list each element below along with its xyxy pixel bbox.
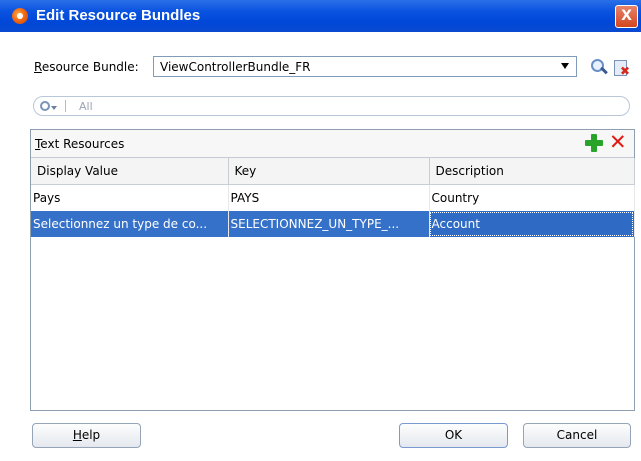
search-options-icon[interactable] — [39, 98, 59, 114]
close-button[interactable]: X — [615, 5, 638, 28]
cell-key[interactable]: SELECTIONNEZ_UN_TYPE_... — [228, 211, 430, 237]
ok-button[interactable]: OK — [399, 423, 508, 448]
resource-bundle-label: Resource Bundle: — [34, 60, 139, 74]
cell-display-value[interactable]: Selectionnez un type de co... — [31, 211, 229, 237]
table-row[interactable]: Pays PAYS Country — [31, 184, 635, 211]
filter-divider — [65, 100, 66, 112]
cell-description[interactable]: Country — [429, 184, 635, 211]
remove-bundle-icon[interactable]: ✖ — [614, 60, 630, 77]
dropdown-arrow-icon[interactable] — [561, 63, 569, 69]
help-button[interactable]: Help — [32, 423, 141, 448]
title-bar: Edit Resource Bundles X — [0, 0, 641, 32]
column-header-display-value[interactable]: Display Value — [31, 158, 229, 185]
cell-display-value[interactable]: Pays — [31, 184, 229, 211]
search-icon[interactable] — [590, 58, 608, 76]
dialog-title: Edit Resource Bundles — [36, 7, 201, 24]
column-header-description[interactable]: Description — [429, 158, 635, 185]
resource-bundle-value: ViewControllerBundle_FR — [160, 60, 311, 74]
text-resources-label: Text Resources — [35, 137, 125, 151]
text-resources-panel: Text Resources ✕ Display Value Key Descr… — [30, 129, 635, 411]
table-header-row: Display Value Key Description — [31, 158, 635, 185]
edit-resource-bundles-dialog: Edit Resource Bundles X Resource Bundle:… — [0, 0, 641, 461]
filter-placeholder: All — [79, 100, 93, 113]
filter-search-field[interactable]: All — [33, 96, 630, 116]
delete-icon[interactable]: ✕ — [609, 132, 627, 153]
cell-key[interactable]: PAYS — [228, 184, 430, 211]
text-resources-table: Display Value Key Description Pays PAYS … — [31, 158, 635, 237]
resource-bundle-select[interactable]: ViewControllerBundle_FR — [153, 56, 577, 77]
oracle-app-icon — [12, 8, 28, 24]
text-resources-header: Text Resources ✕ — [31, 130, 634, 158]
cancel-button[interactable]: Cancel — [523, 423, 631, 448]
column-header-key[interactable]: Key — [228, 158, 430, 185]
add-icon[interactable] — [585, 134, 603, 152]
table-row-selected[interactable]: Selectionnez un type de co... SELECTIONN… — [31, 211, 635, 237]
cell-description[interactable]: Account — [429, 211, 635, 237]
